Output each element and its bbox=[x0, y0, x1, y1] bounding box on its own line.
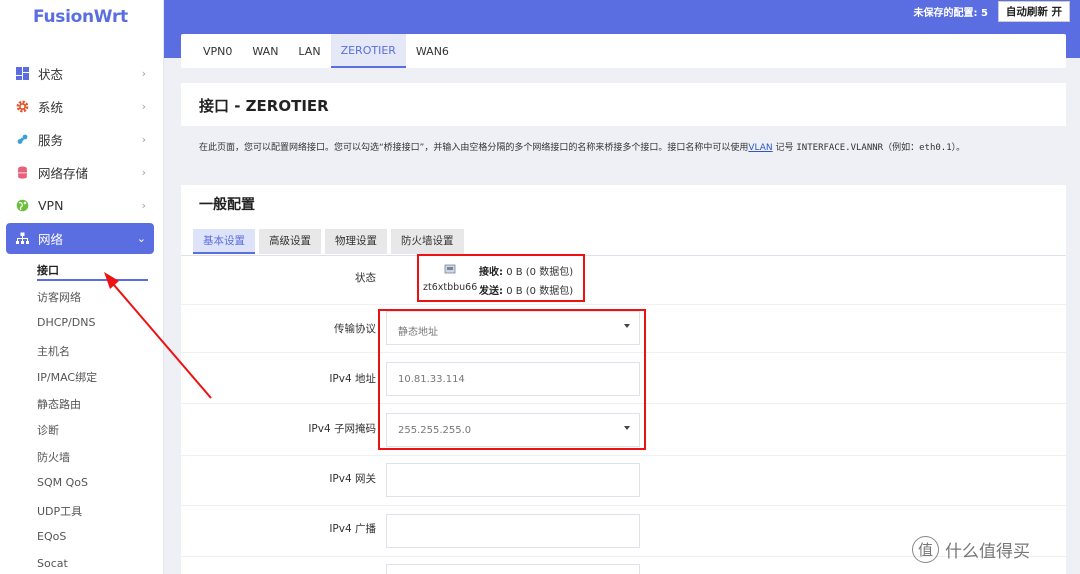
annotation-arrow bbox=[104, 272, 212, 399]
watermark: 值 什么值得买 bbox=[912, 536, 1030, 563]
watermark-logo-icon: 值 bbox=[912, 536, 939, 563]
watermark-text: 什么值得买 bbox=[945, 542, 1030, 562]
